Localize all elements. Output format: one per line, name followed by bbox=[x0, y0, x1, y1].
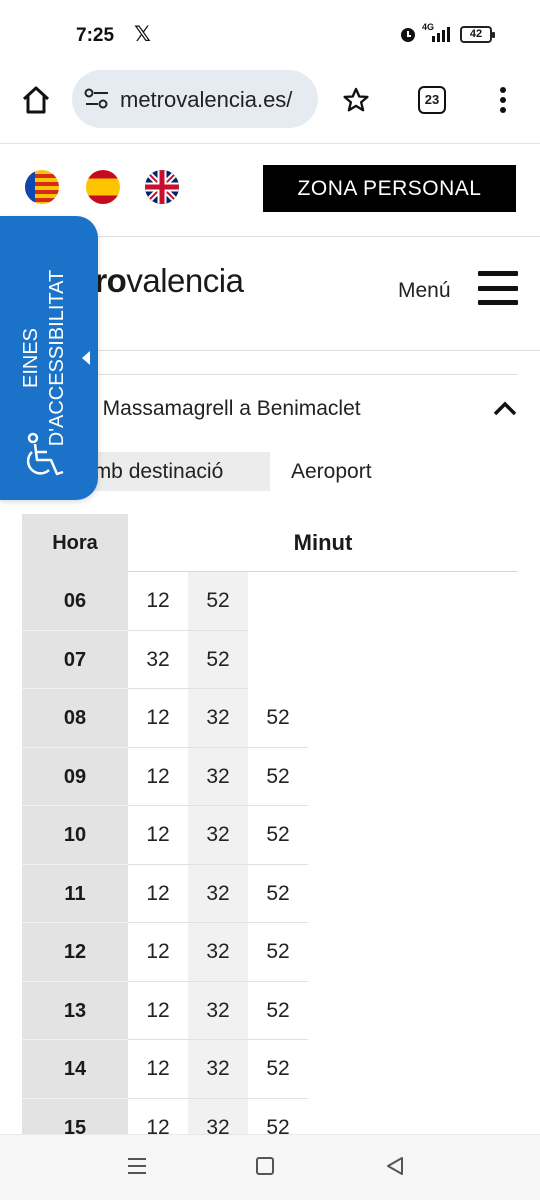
alarm-icon bbox=[401, 28, 415, 42]
valencian-flag-icon[interactable] bbox=[25, 170, 59, 204]
x-app-icon: 𝕏 bbox=[134, 23, 151, 46]
caret-left-icon[interactable] bbox=[80, 350, 92, 366]
hour-cell: 12 bbox=[22, 923, 128, 982]
bookmark-star-icon[interactable] bbox=[342, 86, 370, 114]
minute-cell: 32 bbox=[188, 689, 248, 748]
minute-cell: 52 bbox=[248, 1040, 308, 1099]
menu-label[interactable]: Menú bbox=[398, 279, 451, 303]
chevron-up-icon[interactable] bbox=[492, 399, 518, 417]
minute-cell: 12 bbox=[128, 1040, 188, 1099]
minute-cell: 12 bbox=[128, 747, 188, 806]
url-text[interactable]: metrovalencia.es/ bbox=[120, 87, 314, 113]
site-settings-icon[interactable] bbox=[84, 88, 110, 110]
minute-cell: 52 bbox=[248, 864, 308, 923]
hamburger-menu-icon[interactable] bbox=[478, 271, 518, 305]
minute-cell: 12 bbox=[128, 806, 188, 865]
minute-cell: 12 bbox=[128, 923, 188, 982]
minute-cell: 52 bbox=[248, 689, 308, 748]
hour-cell: 11 bbox=[22, 864, 128, 923]
zona-personal-button[interactable]: ZONA PERSONAL bbox=[263, 165, 516, 212]
home-button-icon[interactable] bbox=[256, 1157, 274, 1175]
minute-cell: 52 bbox=[248, 981, 308, 1040]
minute-cell: 52 bbox=[248, 747, 308, 806]
route-title[interactable]: De Massamagrell a Benimaclet bbox=[70, 397, 361, 421]
hour-cell: 10 bbox=[22, 806, 128, 865]
home-icon[interactable] bbox=[20, 84, 52, 116]
minute-cell: 32 bbox=[188, 864, 248, 923]
status-bar: 7:25 𝕏 4G 42 bbox=[0, 0, 540, 72]
tab-aeroport[interactable]: Aeroport bbox=[291, 452, 372, 491]
hour-cell: 09 bbox=[22, 747, 128, 806]
wheelchair-icon[interactable] bbox=[23, 432, 67, 482]
clock: 7:25 bbox=[76, 25, 115, 46]
minute-cell: 32 bbox=[188, 923, 248, 982]
logo-text: valencia bbox=[126, 262, 244, 299]
hour-cell: 07 bbox=[22, 630, 128, 689]
column-header-minute: Minut bbox=[128, 514, 518, 572]
minute-cell: 12 bbox=[128, 572, 188, 631]
signal-icon bbox=[432, 27, 450, 42]
column-header-hour: Hora bbox=[22, 514, 128, 572]
hour-cell: 06 bbox=[22, 572, 128, 631]
hour-cell: 14 bbox=[22, 1040, 128, 1099]
minute-cell: 32 bbox=[188, 806, 248, 865]
minute-cell: 12 bbox=[128, 981, 188, 1040]
uk-flag-icon[interactable] bbox=[145, 170, 179, 204]
minute-cell: 32 bbox=[128, 630, 188, 689]
minute-cell: 32 bbox=[188, 747, 248, 806]
spanish-flag-icon[interactable] bbox=[86, 170, 120, 204]
minute-cell: 32 bbox=[188, 981, 248, 1040]
minute-cell: 12 bbox=[128, 689, 188, 748]
hour-cell: 08 bbox=[22, 689, 128, 748]
hour-cell: 13 bbox=[22, 981, 128, 1040]
back-icon[interactable] bbox=[385, 1156, 405, 1176]
minute-cell: 12 bbox=[128, 864, 188, 923]
minute-cell: 32 bbox=[188, 1040, 248, 1099]
minute-cell: 52 bbox=[188, 572, 248, 631]
tab-switcher-button[interactable]: 23 bbox=[418, 86, 446, 114]
minute-cell: 52 bbox=[188, 630, 248, 689]
recent-apps-icon[interactable] bbox=[127, 1157, 147, 1175]
minute-cell: 52 bbox=[248, 923, 308, 982]
minute-cell: 52 bbox=[248, 806, 308, 865]
battery-icon: 42 bbox=[460, 26, 495, 43]
overflow-menu-icon[interactable] bbox=[498, 86, 508, 114]
